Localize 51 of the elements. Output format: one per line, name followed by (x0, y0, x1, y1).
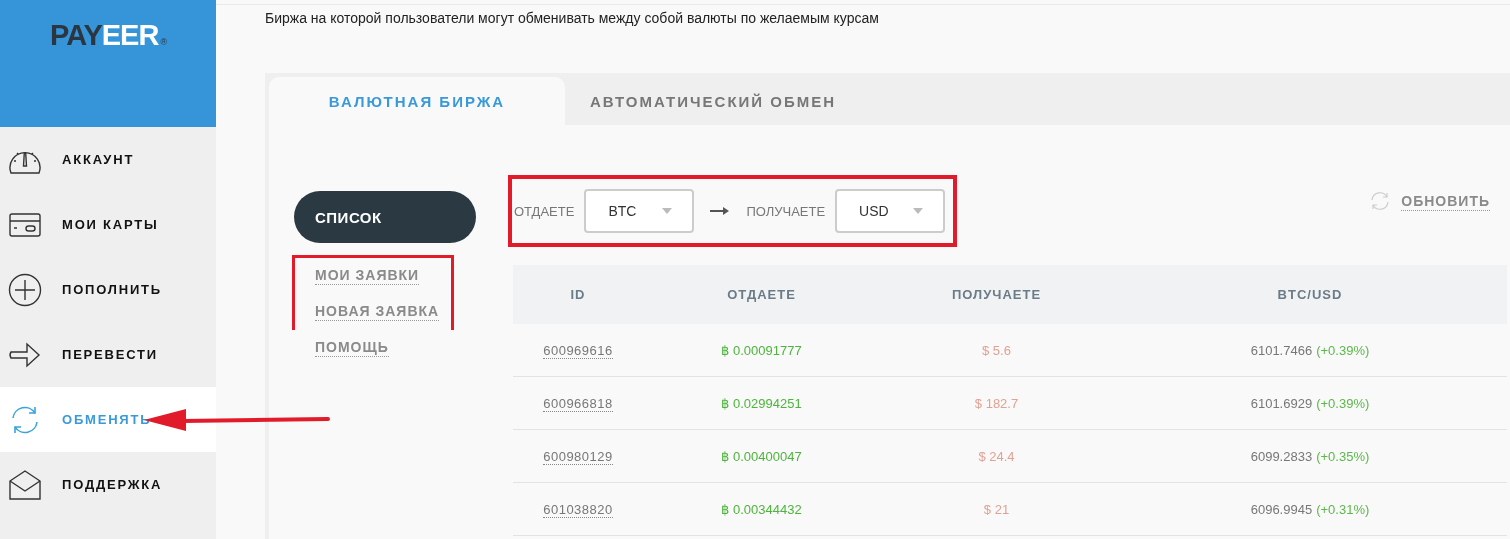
tab[interactable]: АВТОМАТИЧЕСКИЙ ОБМЕН (565, 77, 861, 125)
sidebar-item[interactable]: ОБМЕНЯТЬ (0, 387, 216, 452)
get-label: ПОЛУЧАЕТЕ (746, 203, 826, 219)
rate-change: (+0.39%) (1316, 342, 1370, 358)
column-header: ID (569, 287, 587, 302)
get-amount: $ 24.4 (978, 448, 1015, 464)
sidebar-item[interactable]: ПОПОЛНИТЬ (0, 257, 216, 322)
plus-icon (8, 272, 42, 307)
exchange-rate: 6101.7466 (1250, 342, 1313, 358)
get-amount: $ 21 (983, 501, 1010, 517)
logo[interactable]: PAYEER® (49, 19, 167, 52)
exchange-rate: 6101.6929 (1250, 395, 1313, 411)
refresh-icon[interactable] (1369, 191, 1392, 211)
refresh-link[interactable]: ОБНОВИТЬ (1401, 191, 1490, 211)
menu-link[interactable]: ПОМОЩЬ (292, 330, 455, 369)
give-amount: ฿ 0.00344432 (721, 501, 802, 517)
give-amount: ฿ 0.02994251 (721, 395, 802, 411)
column-header: ОТДАЕТЕ (726, 287, 797, 302)
envelope-icon (8, 468, 42, 501)
page-description: Биржа на которой пользователи могут обменивать между собой валюты по желаемым курсам (265, 10, 880, 26)
list-button[interactable]: СПИСОК (294, 191, 476, 243)
give-amount: ฿ 0.00091777 (721, 342, 802, 358)
sidebar-item[interactable]: МОИ КАРТЫ (0, 192, 216, 257)
get-amount: $ 5.6 (982, 342, 1011, 358)
caret-icon (913, 208, 924, 214)
rate-change: (+0.35%) (1316, 448, 1370, 464)
arrow-icon (710, 206, 731, 216)
exchange-rate: 6099.2833 (1250, 448, 1313, 464)
give-label: ОТДАЕТЕ (514, 203, 575, 219)
sidebar-item[interactable]: ПЕРЕВЕСТИ (0, 322, 216, 387)
get-currency-select[interactable]: USD (835, 189, 946, 233)
tab[interactable]: ВАЛЮТНАЯ БИРЖА (269, 77, 565, 125)
order-id-link[interactable]: 600969616 (543, 342, 613, 359)
exchange-rate: 6096.9945 (1250, 501, 1313, 517)
column-header: ПОЛУЧАЕТЕ (950, 287, 1043, 302)
arrow-icon (8, 341, 42, 368)
rate-change: (+0.39%) (1316, 395, 1370, 411)
order-id-link[interactable]: 600966818 (543, 395, 613, 412)
menu-link[interactable]: НОВАЯ ЗАЯВКА (292, 294, 455, 330)
card-icon (8, 210, 42, 239)
menu-link[interactable]: МОИ ЗАЯВКИ (292, 255, 455, 294)
rate-change: (+0.31%) (1316, 501, 1370, 517)
order-id-link[interactable]: 601038820 (543, 501, 613, 518)
column-header: BTC/USD (1276, 287, 1344, 302)
sidebar-item[interactable]: АККАУНТ (0, 127, 216, 192)
give-currency-select[interactable]: BTC (584, 189, 695, 233)
sidebar-item[interactable]: ПОДДЕРЖКА (0, 452, 216, 517)
order-id-link[interactable]: 600980129 (543, 448, 613, 465)
give-amount: ฿ 0.00400047 (721, 448, 802, 464)
get-amount: $ 182.7 (974, 395, 1019, 411)
caret-icon (662, 208, 673, 214)
